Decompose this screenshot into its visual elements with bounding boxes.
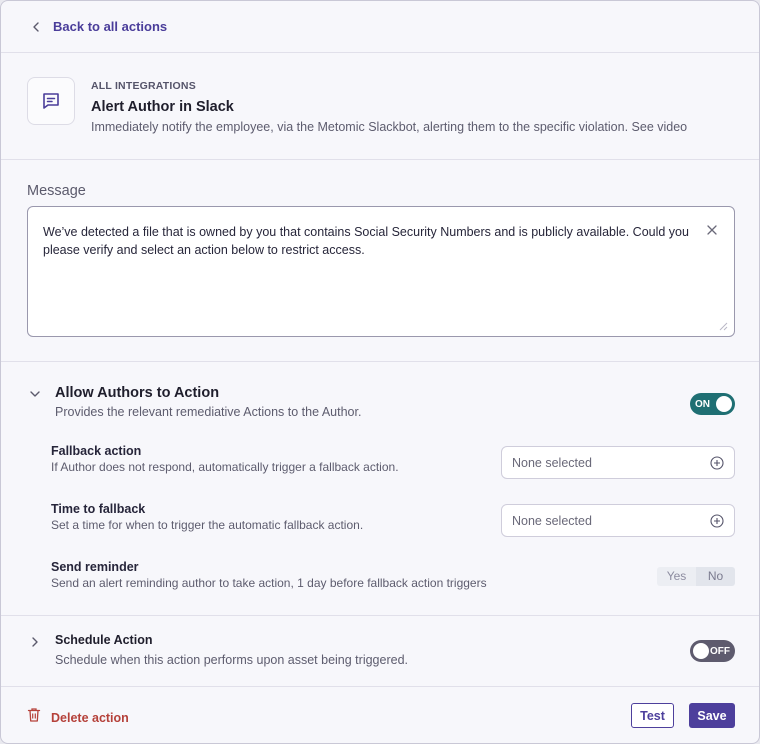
- toggle-knob: [693, 643, 709, 659]
- schedule-description: Schedule when this action performs upon …: [55, 653, 408, 667]
- integration-title: Alert Author in Slack: [91, 99, 234, 115]
- time-to-fallback-placeholder: None selected: [512, 514, 592, 528]
- trash-icon: [27, 707, 41, 728]
- action-editor-panel: Back to all actions ALL INTEGRATIONS Ale…: [0, 0, 760, 744]
- fallback-action-select[interactable]: None selected: [501, 446, 735, 479]
- message-section: Message We’ve detected a file that is ow…: [1, 160, 759, 362]
- reminder-yes-option[interactable]: Yes: [657, 567, 696, 586]
- fallback-action-description: If Author does not respond, automaticall…: [51, 460, 399, 474]
- schedule-section: Schedule Action Schedule when this actio…: [1, 616, 759, 687]
- allow-authors-title: Allow Authors to Action: [55, 385, 220, 401]
- toggle-knob: [716, 396, 732, 412]
- back-nav[interactable]: Back to all actions: [1, 1, 759, 53]
- resize-handle-icon[interactable]: [716, 318, 728, 331]
- time-to-fallback-select[interactable]: None selected: [501, 504, 735, 537]
- send-reminder-description: Send an alert reminding author to take a…: [51, 576, 487, 590]
- toggle-state-label: OFF: [710, 645, 730, 657]
- footer-actions: Delete action Test Save: [1, 687, 759, 743]
- allow-authors-toggle[interactable]: ON: [690, 393, 735, 415]
- plus-circle-icon: [710, 456, 724, 470]
- allow-authors-section: Allow Authors to Action Provides the rel…: [1, 362, 759, 616]
- delete-action-button[interactable]: Delete action: [27, 707, 129, 728]
- message-icon: [27, 77, 75, 125]
- delete-action-label: Delete action: [51, 710, 129, 725]
- save-button[interactable]: Save: [689, 703, 735, 728]
- message-label: Message: [27, 183, 86, 199]
- toggle-state-label: ON: [695, 398, 710, 410]
- close-icon[interactable]: [706, 223, 718, 235]
- back-link[interactable]: Back to all actions: [53, 19, 167, 34]
- chevron-right-icon[interactable]: [28, 635, 42, 649]
- send-reminder-title: Send reminder: [51, 560, 139, 574]
- chevron-down-icon[interactable]: [28, 387, 42, 401]
- message-textarea[interactable]: We’ve detected a file that is owned by y…: [27, 206, 735, 337]
- allow-authors-description: Provides the relevant remediative Action…: [55, 405, 362, 419]
- integration-eyebrow: ALL INTEGRATIONS: [91, 80, 196, 92]
- chevron-left-icon: [29, 20, 43, 34]
- schedule-title: Schedule Action: [55, 633, 153, 647]
- fallback-action-placeholder: None selected: [512, 456, 592, 470]
- schedule-toggle[interactable]: OFF: [690, 640, 735, 662]
- fallback-action-title: Fallback action: [51, 444, 142, 458]
- time-to-fallback-title: Time to fallback: [51, 502, 146, 516]
- test-button[interactable]: Test: [631, 703, 674, 728]
- message-text[interactable]: We’ve detected a file that is owned by y…: [43, 223, 693, 259]
- send-reminder-segmented[interactable]: Yes No: [657, 567, 735, 586]
- plus-circle-icon: [710, 514, 724, 528]
- integration-header: ALL INTEGRATIONS Alert Author in Slack I…: [1, 53, 759, 160]
- reminder-no-option[interactable]: No: [696, 567, 735, 586]
- integration-description: Immediately notify the employee, via the…: [91, 120, 688, 134]
- time-to-fallback-description: Set a time for when to trigger the autom…: [51, 518, 364, 532]
